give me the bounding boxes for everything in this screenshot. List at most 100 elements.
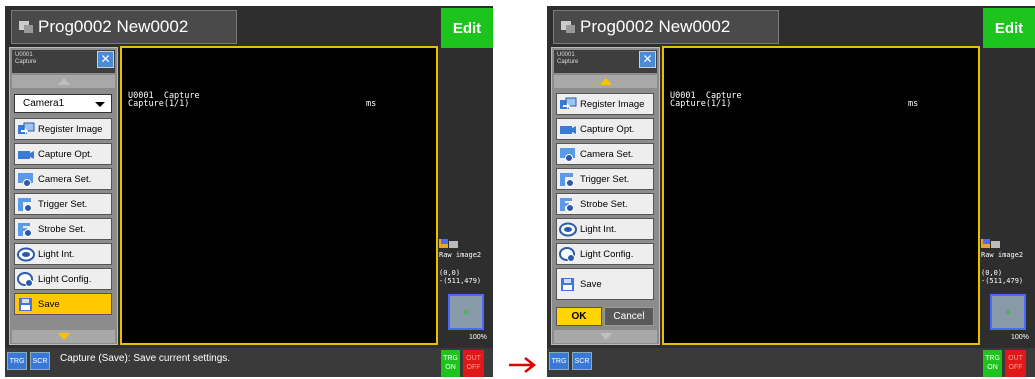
strobe-icon xyxy=(18,222,32,237)
chevron-down-icon xyxy=(95,102,105,107)
out-off-line1: OUT xyxy=(1008,355,1023,362)
crosshair-icon: + xyxy=(1004,305,1012,319)
camera-set-button[interactable]: Camera Set. xyxy=(556,143,654,165)
raw-image-label: Raw image2 xyxy=(981,251,1024,259)
scr-button[interactable]: SCR xyxy=(572,352,592,370)
trigger-icon xyxy=(18,197,32,212)
trg-on-line2: ON xyxy=(445,364,456,371)
raw-image-icon xyxy=(439,239,458,248)
scr-button[interactable]: SCR xyxy=(30,352,50,370)
edit-button[interactable]: Edit xyxy=(983,8,1035,48)
scroll-down-button[interactable] xyxy=(554,330,657,343)
menu-item-label: Light Config. xyxy=(38,273,92,285)
register-image-icon xyxy=(560,97,577,109)
unit-menu: U0001 Capture ✕ Camera1 Register Image C… xyxy=(9,47,118,345)
camera-set-button[interactable]: Camera Set. xyxy=(14,168,112,190)
menu-item-label: Register Image xyxy=(580,98,645,110)
scroll-down-button[interactable] xyxy=(12,330,115,343)
status-bar xyxy=(547,348,1035,377)
menu-item-label: Trigger Set. xyxy=(38,198,88,210)
menu-item-label: Register Image xyxy=(38,123,103,135)
light-config-button[interactable]: Light Config. xyxy=(556,243,654,265)
save-icon xyxy=(19,297,32,311)
coordinate-end: -(511,479) xyxy=(981,277,1024,285)
camera-settings-icon xyxy=(560,147,575,162)
menu-item-label: Light Int. xyxy=(38,248,75,260)
light-icon xyxy=(17,247,35,261)
camera-settings-icon xyxy=(18,172,33,187)
trigger-set-button[interactable]: Trigger Set. xyxy=(14,193,112,215)
trigger-set-button[interactable]: Trigger Set. xyxy=(556,168,654,190)
chevron-up-icon xyxy=(599,78,612,85)
raw-image-label: Raw image2 xyxy=(439,251,482,259)
camera-select[interactable]: Camera1 xyxy=(14,94,112,113)
camera-icon xyxy=(18,150,34,159)
scroll-up-button[interactable] xyxy=(554,75,657,88)
light-icon xyxy=(559,222,577,236)
screen-after: Prog0002 New0002 Edit U0001 Capture ✕ Re… xyxy=(547,6,1035,377)
trg-on-indicator: TRG ON xyxy=(441,350,460,377)
strobe-icon xyxy=(560,197,574,212)
light-int-button[interactable]: Light Int. xyxy=(14,243,112,265)
menu-item-label: Strobe Set. xyxy=(580,198,628,210)
register-image-icon xyxy=(18,122,35,134)
arrow-right-icon xyxy=(509,357,537,373)
ok-button[interactable]: OK xyxy=(556,307,602,326)
menu-item-label: Light Config. xyxy=(580,248,634,260)
save-icon xyxy=(561,277,574,291)
capture-count-text: Capture(1/1) xyxy=(128,99,190,109)
register-image-button[interactable]: Register Image xyxy=(14,118,112,140)
light-int-button[interactable]: Light Int. xyxy=(556,218,654,240)
trg-on-line2: ON xyxy=(987,364,998,371)
image-thumbnail[interactable]: + xyxy=(990,294,1026,330)
close-icon[interactable]: ✕ xyxy=(639,51,656,68)
strobe-set-button[interactable]: Strobe Set. xyxy=(556,193,654,215)
trg-on-line1: TRG xyxy=(985,355,1000,362)
crosshair-icon: + xyxy=(462,305,470,319)
coordinate-start: (0,0) xyxy=(439,269,461,277)
trg-button[interactable]: TRG xyxy=(7,352,27,370)
menu-item-label: Capture Opt. xyxy=(38,148,93,160)
coordinate-start: (0,0) xyxy=(981,269,1003,277)
menu-item-label: Strobe Set. xyxy=(38,223,86,235)
camera-select-value: Camera1 xyxy=(23,98,65,109)
menu-item-label: Trigger Set. xyxy=(580,173,630,185)
chevron-down-icon xyxy=(57,333,70,340)
image-display[interactable]: U0001 Capture Capture(1/1) ms xyxy=(662,46,980,345)
out-off-indicator: OUT OFF xyxy=(463,350,484,377)
menu-item-label: Light Int. xyxy=(580,223,617,235)
save-button[interactable]: Save xyxy=(556,268,654,300)
time-unit-text: ms xyxy=(908,99,919,109)
program-title: Prog0002 New0002 xyxy=(580,17,731,36)
cancel-button[interactable]: Cancel xyxy=(604,307,654,326)
menu-header: U0001 Capture ✕ xyxy=(12,50,115,73)
out-off-line2: OFF xyxy=(1008,364,1023,371)
save-button[interactable]: Save xyxy=(14,293,112,315)
camera-icon xyxy=(560,125,576,134)
unit-menu: U0001 Capture ✕ Register Image Capture O… xyxy=(551,47,660,345)
light-config-button[interactable]: Light Config. xyxy=(14,268,112,290)
image-display[interactable]: U0001 Capture Capture(1/1) ms xyxy=(120,46,438,345)
close-icon[interactable]: ✕ xyxy=(97,51,114,68)
out-off-line2: OFF xyxy=(466,364,481,371)
image-thumbnail[interactable]: + xyxy=(448,294,484,330)
trg-on-line1: TRG xyxy=(443,355,458,362)
program-icon xyxy=(561,21,575,33)
light-config-icon xyxy=(17,271,33,287)
scroll-up-button[interactable] xyxy=(12,75,115,88)
program-title-box[interactable]: Prog0002 New0002 xyxy=(553,10,779,44)
edit-button[interactable]: Edit xyxy=(441,8,493,48)
chevron-up-icon xyxy=(57,78,70,85)
raw-image-icon xyxy=(981,239,1000,248)
menu-item-label: Save xyxy=(580,278,602,290)
capture-opt-button[interactable]: Capture Opt. xyxy=(556,118,654,140)
capture-count-text: Capture(1/1) xyxy=(670,99,732,109)
strobe-set-button[interactable]: Strobe Set. xyxy=(14,218,112,240)
program-title-box[interactable]: Prog0002 New0002 xyxy=(11,10,237,44)
zoom-level: 100% xyxy=(469,334,487,341)
trg-button[interactable]: TRG xyxy=(549,352,569,370)
menu-header: U0001 Capture ✕ xyxy=(554,50,657,73)
menu-item-label: Capture Opt. xyxy=(580,123,635,135)
capture-opt-button[interactable]: Capture Opt. xyxy=(14,143,112,165)
register-image-button[interactable]: Register Image xyxy=(556,93,654,115)
